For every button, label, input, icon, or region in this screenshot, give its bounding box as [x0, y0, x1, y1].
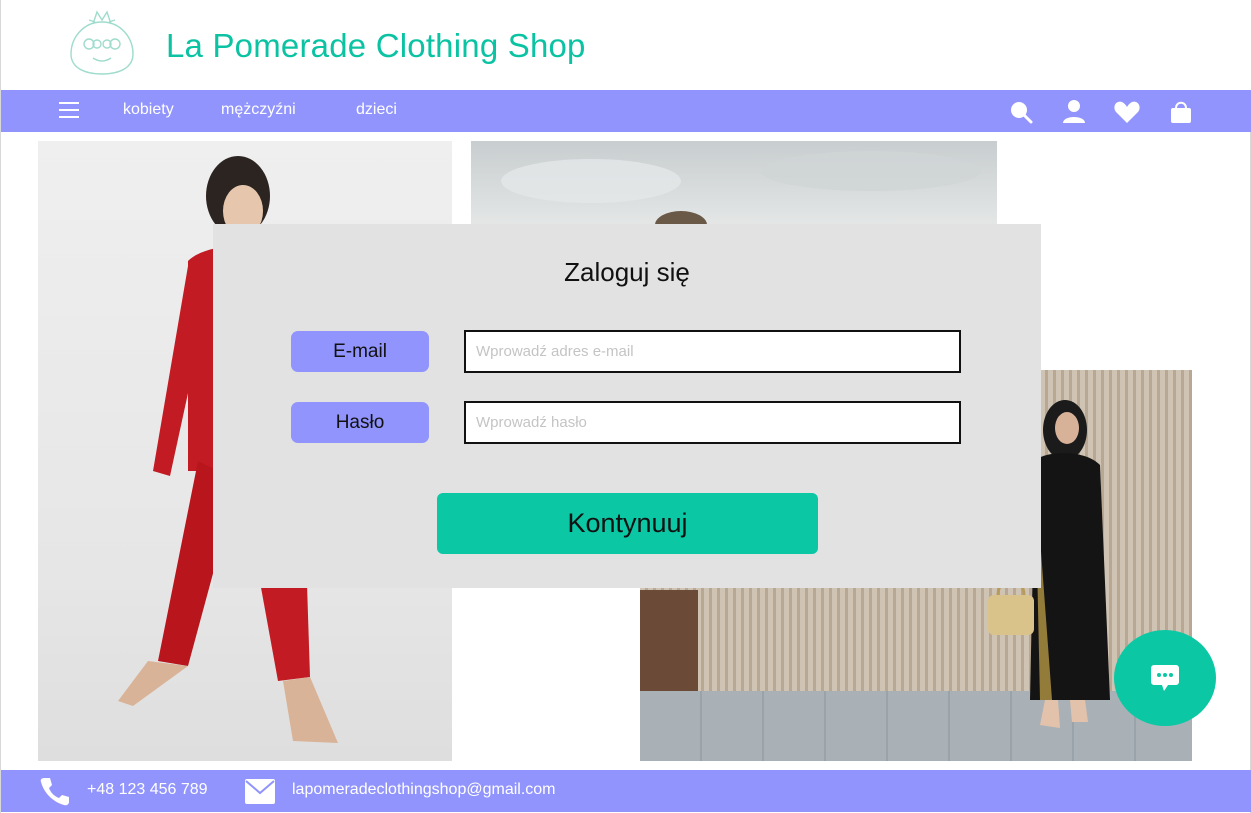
footer-phone[interactable]: +48 123 456 789 [87, 781, 208, 799]
login-modal: Zaloguj się E-mail Hasło Kontynuuj [213, 224, 1041, 588]
page: La Pomerade Clothing Shop kobiety mężczy… [0, 0, 1251, 813]
password-label: Hasło [291, 402, 429, 443]
chat-button[interactable] [1114, 630, 1216, 726]
search-icon[interactable] [1007, 98, 1035, 126]
phone-icon [39, 775, 71, 807]
header: La Pomerade Clothing Shop [1, 0, 1251, 90]
pomegranate-logo-icon[interactable] [67, 8, 137, 78]
envelope-icon [244, 775, 276, 807]
continue-button[interactable]: Kontynuuj [437, 493, 818, 554]
email-field[interactable] [464, 330, 961, 373]
heart-icon[interactable] [1113, 98, 1141, 126]
shopping-bag-icon[interactable] [1167, 98, 1195, 126]
hamburger-menu-icon[interactable] [59, 100, 81, 120]
nav-link-dzieci[interactable]: dzieci [356, 101, 397, 119]
modal-title: Zaloguj się [564, 257, 690, 287]
chat-bubble-icon [1151, 665, 1179, 691]
nav-link-mezczyzni[interactable]: mężczyźni [221, 101, 296, 119]
shop-title: La Pomerade Clothing Shop [166, 27, 586, 64]
email-label: E-mail [291, 331, 429, 372]
password-field[interactable] [464, 401, 961, 444]
footer: +48 123 456 789 lapomeradeclothingshop@g… [1, 770, 1251, 812]
main-nav: kobiety mężczyźni dzieci [1, 90, 1251, 132]
footer-email[interactable]: lapomeradeclothingshop@gmail.com [292, 781, 556, 799]
product-photo-sky[interactable] [471, 141, 997, 229]
nav-link-kobiety[interactable]: kobiety [123, 101, 174, 119]
user-icon[interactable] [1060, 98, 1088, 126]
